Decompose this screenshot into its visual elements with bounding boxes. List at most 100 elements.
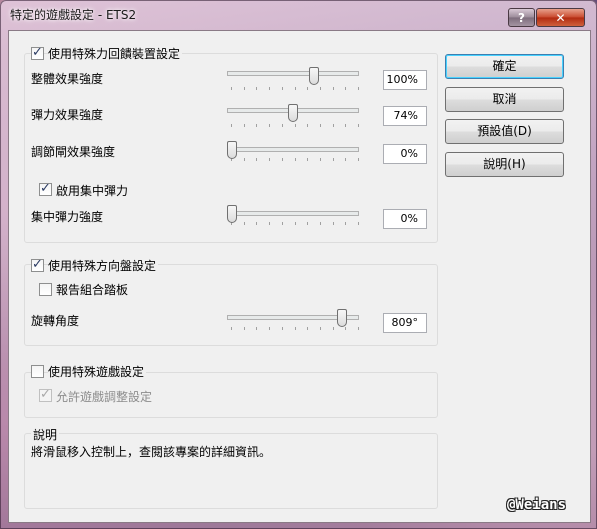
slider-tick bbox=[320, 327, 321, 330]
slider-tick bbox=[345, 327, 346, 330]
slider-tick bbox=[295, 124, 296, 127]
allow-adjust-checkbox[interactable] bbox=[39, 387, 52, 402]
wheel-label: 使用特殊方向盤設定 bbox=[48, 257, 159, 274]
slider-tick bbox=[269, 327, 270, 330]
title-bar[interactable]: 特定的遊戲設定 - ETS2 ? ✕ bbox=[0, 0, 597, 30]
slider-tick bbox=[295, 158, 296, 161]
slider-tick bbox=[244, 222, 245, 225]
slider-tick bbox=[231, 87, 232, 90]
slider-tick bbox=[282, 222, 283, 225]
slider-tick bbox=[256, 327, 257, 330]
game-settings-checkbox[interactable] bbox=[31, 365, 44, 378]
slider-tick bbox=[307, 158, 308, 161]
slider-tick bbox=[307, 87, 308, 90]
slider-tick bbox=[282, 327, 283, 330]
description-text: 將滑鼠移入控制上，查閱該專案的詳細資訊。 bbox=[31, 445, 272, 459]
slider-tick bbox=[244, 158, 245, 161]
slider-tick bbox=[307, 124, 308, 127]
slider-tick bbox=[333, 124, 334, 127]
slider-tick bbox=[269, 222, 270, 225]
slider-tick bbox=[244, 327, 245, 330]
settings-dialog: 特定的遊戲設定 - ETS2 ? ✕ 使用特殊力回饋裝置設定 整體效果強度 10… bbox=[0, 0, 597, 529]
description-legend: 說明 bbox=[31, 426, 60, 443]
slider-tick bbox=[345, 222, 346, 225]
slider-tick bbox=[256, 124, 257, 127]
cancel-button[interactable]: 取消 bbox=[445, 87, 564, 112]
slider-tick bbox=[256, 158, 257, 161]
overall-strength-label: 整體效果強度 bbox=[31, 72, 104, 86]
slider-tick bbox=[307, 222, 308, 225]
slider-tick bbox=[295, 87, 296, 90]
slider-thumb[interactable] bbox=[227, 205, 237, 223]
defaults-button[interactable]: 預設值(D) bbox=[445, 119, 564, 144]
ok-button[interactable]: 確定 bbox=[445, 54, 564, 79]
centering-strength-value: 0% bbox=[383, 209, 427, 229]
slider-thumb[interactable] bbox=[337, 309, 347, 327]
slider-thumb[interactable] bbox=[288, 104, 298, 122]
slider-tick bbox=[269, 87, 270, 90]
slider-tick bbox=[320, 124, 321, 127]
slider-tick bbox=[256, 87, 257, 90]
wheel-checkbox[interactable] bbox=[31, 257, 44, 272]
slider-ticks bbox=[231, 158, 359, 162]
damper-strength-label: 調節閘效果強度 bbox=[31, 145, 116, 159]
centering-label: 啟用集中彈力 bbox=[56, 184, 129, 198]
slider-tick bbox=[320, 158, 321, 161]
centering-checkbox[interactable] bbox=[39, 181, 52, 196]
overall-strength-value: 100% bbox=[383, 70, 427, 90]
slider-ticks bbox=[231, 327, 359, 331]
window-title: 特定的遊戲設定 - ETS2 bbox=[10, 8, 137, 22]
slider-track bbox=[227, 211, 359, 216]
slider-ticks bbox=[231, 87, 359, 91]
watermark: @Weians bbox=[507, 497, 567, 513]
spring-strength-label: 彈力效果強度 bbox=[31, 108, 104, 122]
slider-tick bbox=[333, 327, 334, 330]
slider-tick bbox=[307, 327, 308, 330]
slider-tick bbox=[256, 222, 257, 225]
slider-track bbox=[227, 71, 359, 76]
game-settings-label: 使用特殊遊戲設定 bbox=[48, 363, 147, 380]
slider-tick bbox=[244, 87, 245, 90]
combined-pedals-label: 報告組合踏板 bbox=[56, 283, 129, 297]
slider-tick bbox=[282, 87, 283, 90]
slider-tick bbox=[345, 87, 346, 90]
slider-thumb[interactable] bbox=[309, 67, 319, 85]
slider-tick bbox=[358, 124, 359, 127]
slider-tick bbox=[269, 124, 270, 127]
slider-tick bbox=[358, 158, 359, 161]
help-button[interactable]: 說明(H) bbox=[445, 152, 564, 177]
slider-ticks bbox=[231, 222, 359, 226]
combined-pedals-checkbox[interactable] bbox=[39, 283, 52, 296]
rotation-label: 旋轉角度 bbox=[31, 314, 80, 328]
slider-tick bbox=[358, 222, 359, 225]
slider-tick bbox=[345, 124, 346, 127]
allow-adjust-label: 允許遊戲調整設定 bbox=[56, 390, 153, 404]
wheel-group bbox=[24, 264, 438, 346]
force-feedback-label: 使用特殊力回饋裝置設定 bbox=[48, 45, 183, 62]
damper-strength-value: 0% bbox=[383, 144, 427, 164]
slider-track bbox=[227, 147, 359, 152]
slider-tick bbox=[358, 327, 359, 330]
slider-tick bbox=[295, 327, 296, 330]
slider-tick bbox=[282, 124, 283, 127]
close-icon[interactable]: ✕ bbox=[536, 8, 585, 27]
slider-tick bbox=[320, 222, 321, 225]
slider-tick bbox=[295, 222, 296, 225]
help-icon[interactable]: ? bbox=[508, 8, 535, 27]
slider-ticks bbox=[231, 124, 359, 128]
slider-tick bbox=[333, 158, 334, 161]
force-feedback-checkbox[interactable] bbox=[31, 45, 44, 60]
slider-thumb[interactable] bbox=[227, 141, 237, 159]
slider-tick bbox=[282, 158, 283, 161]
slider-tick bbox=[358, 87, 359, 90]
spring-strength-value: 74% bbox=[383, 106, 427, 126]
rotation-value: 809° bbox=[383, 313, 427, 333]
slider-tick bbox=[345, 158, 346, 161]
slider-tick bbox=[244, 124, 245, 127]
slider-tick bbox=[269, 158, 270, 161]
slider-tick bbox=[231, 124, 232, 127]
slider-tick bbox=[333, 222, 334, 225]
centering-strength-label: 集中彈力強度 bbox=[31, 210, 104, 224]
slider-tick bbox=[231, 327, 232, 330]
dialog-client-area: 使用特殊力回饋裝置設定 整體效果強度 100% 彈力效果強度 74% 調節閘效果… bbox=[8, 30, 591, 523]
